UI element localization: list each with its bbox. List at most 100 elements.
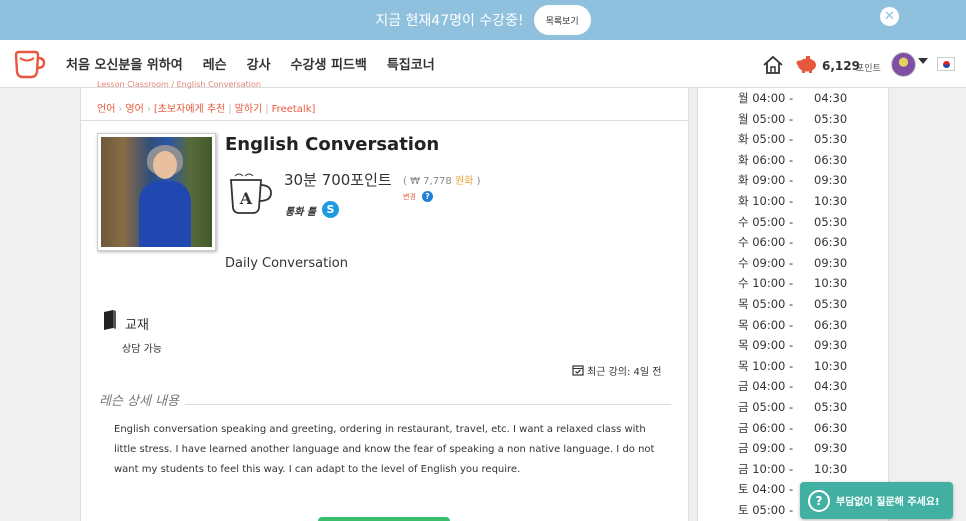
slot-start: 금 05:00 - [738,400,794,414]
slot-start: 화 06:00 - [738,152,794,167]
schedule-slot[interactable]: 금 06:00 - 06:30 [738,420,847,436]
slot-start: 수 10:00 - [738,276,794,291]
coffee-mug-icon: A [230,173,272,214]
slot-end: 05:30 [814,297,848,311]
schedule-slot[interactable]: 월 04:00 - 04:30 [738,90,847,106]
slot-start: 금 04:00 - [738,379,794,394]
schedule-slot[interactable]: 화 09:00 - 09:30 [738,172,847,188]
slot-start: 목 06:00 - [738,317,794,332]
menu-item-first-time[interactable]: 처음 오신분을 위하여 [66,54,183,73]
top-banner: 지금 현재47명이 수강중! 목록보기 ✕ [0,0,966,40]
schedule-slot[interactable]: 금 05:00 - 05:30 [738,399,847,415]
slot-start: 금 10:00 - [738,461,794,476]
slot-end: 05:30 [814,132,848,147]
help-icon[interactable]: ? [422,191,433,202]
close-icon[interactable]: ✕ [880,7,899,26]
schedule-slot[interactable]: 목 10:00 - 10:30 [738,358,847,374]
breadcrumb-top: Lesson Classroom / English Conversation [97,80,261,89]
breadcrumb: 언어 › 영어 › [초보자에게 추천 | 말하기 | Freetalk] [97,104,316,115]
lesson-subtitle: Daily Conversation [225,256,348,271]
slot-start: 목 10:00 - [738,358,794,373]
tag-freetalk[interactable]: Freetalk] [272,104,316,115]
schedule-slot[interactable]: 화 05:00 - 05:30 [738,131,847,147]
list-view-button[interactable]: 목록보기 [533,5,591,35]
slot-start: 수 06:00 - [738,235,794,250]
menu-item-tutors[interactable]: 강사 [247,54,271,73]
ask-question-label: 부담없이 질문해 주세요! [836,497,940,508]
schedule-slot[interactable]: 화 10:00 - 10:30 [738,193,847,209]
korea-flag-icon[interactable] [937,57,955,71]
lesson-price: 30분 700포인트 [284,171,392,189]
lesson-detail-heading: 레슨 상세 내용 [99,390,186,409]
tag-speaking[interactable]: 말하기 [235,104,263,115]
schedule-slot[interactable]: 수 05:00 - 05:30 [738,214,847,230]
slot-end: 09:30 [814,338,848,353]
schedule-slot[interactable]: 수 09:00 - 09:30 [738,255,847,271]
tutor-photo[interactable] [97,133,216,251]
slot-start: 월 05:00 - [738,111,794,126]
slot-end: 09:30 [814,441,848,456]
schedule-slot[interactable]: 금 09:00 - 09:30 [738,440,847,456]
breadcrumb-item-language[interactable]: 언어 [97,104,115,115]
slot-end: 06:30 [814,152,848,167]
slot-start: 수 05:00 - [738,214,794,229]
slot-end: 04:30 [814,379,848,394]
call-tool-label: 통화 툴 [285,207,317,218]
schedule-slot[interactable]: 금 10:00 - 10:30 [738,461,847,477]
home-icon[interactable] [762,54,784,76]
won-price: ( ₩ 7,778 원화 ) [403,172,480,187]
slot-end: 04:30 [814,91,848,105]
won-close: ) [476,176,481,187]
change-currency-link[interactable]: 변경 [403,192,416,202]
material-value: 상담 가능 [122,344,162,355]
points-value[interactable]: 6,129 [822,59,860,73]
slot-start: 화 10:00 - [738,194,794,208]
chevron-down-icon[interactable] [918,58,928,64]
breadcrumb-item-english[interactable]: 영어 [125,104,143,115]
calendar-check-icon [572,365,584,376]
slot-end: 06:30 [814,420,848,435]
banner-text: 지금 현재47명이 수강중! [375,13,524,29]
slot-end: 06:30 [814,235,848,250]
schedule-slot[interactable]: 목 06:00 - 06:30 [738,317,847,333]
piggy-bank-icon[interactable] [795,55,819,73]
menu-item-lessons[interactable]: 레슨 [203,54,227,73]
recent-lesson: 최근 강의: 4일 전 [587,367,662,378]
won-currency: 원화 [454,176,474,187]
slot-end: 06:30 [814,317,848,332]
menu-item-features[interactable]: 특집코너 [387,54,435,73]
schedule-slot[interactable]: 수 06:00 - 06:30 [738,234,847,250]
book-icon [104,310,116,330]
slot-end: 10:30 [814,461,848,476]
schedule-slot[interactable]: 수 10:00 - 10:30 [738,275,847,291]
cafetalk-logo[interactable] [12,48,46,80]
slot-end: 10:30 [814,276,848,291]
tag-beginner[interactable]: [초보자에게 추천 [154,104,225,115]
slot-start: 월 04:00 - [738,91,794,105]
schedule-slot[interactable]: 월 05:00 - 05:30 [738,111,847,127]
schedule-slot[interactable]: 금 04:00 - 04:30 [738,378,847,394]
lesson-description: English conversation speaking and greeti… [114,424,655,475]
ask-question-button[interactable]: ? 부담없이 질문해 주세요! [800,482,953,519]
slot-end: 05:30 [814,214,848,229]
slot-start: 수 09:00 - [738,255,794,270]
schedule-slot[interactable]: 목 09:00 - 09:30 [738,337,847,353]
main-menu: 처음 오신분을 위하여 레슨 강사 수강생 피드백 특집코너 [66,54,455,73]
slot-end: 05:30 [814,111,848,126]
slot-end: 05:30 [814,400,848,414]
svg-text:A: A [239,189,253,208]
slot-end: 09:30 [814,173,848,188]
divider [81,120,688,121]
lesson-title: English Conversation [225,134,440,155]
menu-item-feedback[interactable]: 수강생 피드백 [291,54,367,73]
schedule-panel: 월 04:00 - 04:30 월 05:00 - 05:30 화 05:00 - 05:… [697,88,889,521]
slot-start: 화 09:00 - [738,173,794,188]
schedule-slot[interactable]: 목 05:00 - 05:30 [738,296,847,312]
material-title: 교재 [125,318,149,333]
lesson-panel: Lesson Classroom / English Conversation … [80,80,689,521]
user-avatar[interactable] [891,52,916,77]
question-icon: ? [808,489,830,512]
schedule-slot[interactable]: 화 06:00 - 06:30 [738,152,847,168]
slot-start: 금 09:00 - [738,441,794,456]
reserve-button[interactable] [318,517,450,521]
